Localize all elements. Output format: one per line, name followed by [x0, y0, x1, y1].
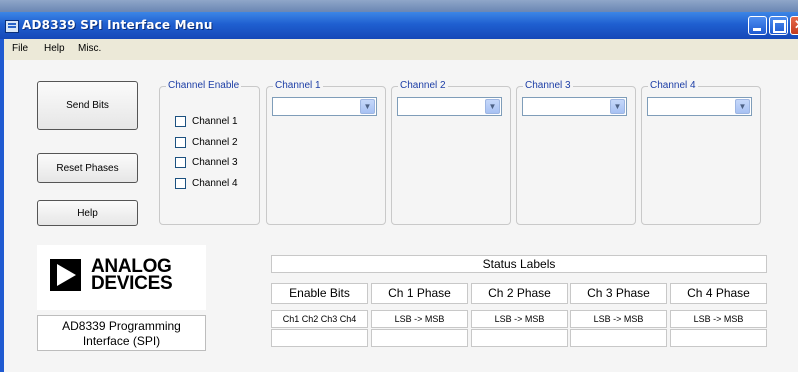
channel-1-checkbox-row[interactable]: Channel 1: [175, 114, 238, 128]
channel-2-dropdown[interactable]: ▼: [397, 97, 502, 116]
channel-1-checkbox[interactable]: [175, 115, 186, 127]
maximize-icon[interactable]: [769, 16, 788, 35]
program-label-line-2: Interface (SPI): [82, 334, 161, 348]
channel-4-group: Channel 4 ▼: [641, 80, 761, 225]
send-bits-button[interactable]: Send Bits: [37, 81, 138, 130]
menu-bar: File Help Misc.: [4, 39, 798, 59]
program-label-line-1: AD8339 Programming: [62, 319, 181, 333]
channel-4-dropdown[interactable]: ▼: [647, 97, 752, 116]
channel-4-label: Channel 4: [192, 177, 238, 189]
status-value-row-2: [670, 329, 767, 347]
logo-triangle-icon: [50, 259, 81, 291]
channel-2-group-title: Channel 2: [398, 80, 448, 91]
channel-3-label: Channel 3: [192, 156, 238, 168]
program-label: AD8339 Programming Interface (SPI): [37, 315, 206, 351]
chevron-down-icon[interactable]: ▼: [735, 99, 750, 114]
app-window-icon: [5, 20, 19, 33]
chevron-down-icon[interactable]: ▼: [360, 99, 375, 114]
channel-4-checkbox[interactable]: [175, 177, 186, 189]
channel-1-dropdown[interactable]: ▼: [272, 97, 377, 116]
menu-misc[interactable]: Misc.: [78, 43, 101, 54]
window-client: File Help Misc. Send Bits Reset Phases H…: [4, 39, 798, 372]
help-button[interactable]: Help: [37, 200, 138, 226]
status-header: Ch 2 Phase: [471, 283, 568, 304]
desktop-strip: [0, 0, 798, 12]
menu-help[interactable]: Help: [44, 43, 65, 54]
menu-file[interactable]: File: [12, 43, 28, 54]
reset-phases-button[interactable]: Reset Phases: [37, 153, 138, 183]
chevron-down-icon[interactable]: ▼: [610, 99, 625, 114]
status-header: Ch 4 Phase: [670, 283, 767, 304]
status-value-row-2: [570, 329, 667, 347]
status-header: Ch 3 Phase: [570, 283, 667, 304]
status-value: LSB -> MSB: [670, 310, 767, 328]
channel-enable-title: Channel Enable: [166, 80, 242, 91]
minimize-icon[interactable]: [748, 16, 767, 35]
channel-3-checkbox-row[interactable]: Channel 3: [175, 155, 238, 169]
channel-1-group-title: Channel 1: [273, 80, 323, 91]
status-value-row-2: [271, 329, 368, 347]
channel-1-label: Channel 1: [192, 115, 238, 127]
status-header: Enable Bits: [271, 283, 368, 304]
status-value: LSB -> MSB: [471, 310, 568, 328]
channel-3-group: Channel 3 ▼: [516, 80, 636, 225]
status-value: LSB -> MSB: [371, 310, 468, 328]
channel-4-group-title: Channel 4: [648, 80, 698, 91]
channel-2-checkbox[interactable]: [175, 136, 186, 148]
status-header: Ch 1 Phase: [371, 283, 468, 304]
status-value-row-2: [471, 329, 568, 347]
channel-enable-group: Channel Enable Channel 1 Channel 2 Chann…: [159, 80, 260, 225]
status-value: LSB -> MSB: [570, 310, 667, 328]
logo-line-2: DEVICES: [91, 273, 173, 294]
channel-3-group-title: Channel 3: [523, 80, 573, 91]
channel-2-label: Channel 2: [192, 136, 238, 148]
main-panel: Send Bits Reset Phases Help Channel Enab…: [4, 60, 798, 372]
chevron-down-icon[interactable]: ▼: [485, 99, 500, 114]
close-icon[interactable]: [790, 16, 798, 35]
analog-devices-logo: ANALOG DEVICES: [37, 245, 206, 310]
channel-1-group: Channel 1 ▼: [266, 80, 386, 225]
channel-2-checkbox-row[interactable]: Channel 2: [175, 135, 238, 149]
status-value-row-2: [371, 329, 468, 347]
channel-4-checkbox-row[interactable]: Channel 4: [175, 176, 238, 190]
status-labels-title: Status Labels: [271, 255, 767, 273]
status-value: Ch1 Ch2 Ch3 Ch4: [271, 310, 368, 328]
channel-3-checkbox[interactable]: [175, 156, 186, 168]
window-title: AD8339 SPI Interface Menu: [22, 18, 213, 32]
channel-2-group: Channel 2 ▼: [391, 80, 511, 225]
channel-3-dropdown[interactable]: ▼: [522, 97, 627, 116]
title-bar[interactable]: AD8339 SPI Interface Menu: [0, 12, 798, 39]
